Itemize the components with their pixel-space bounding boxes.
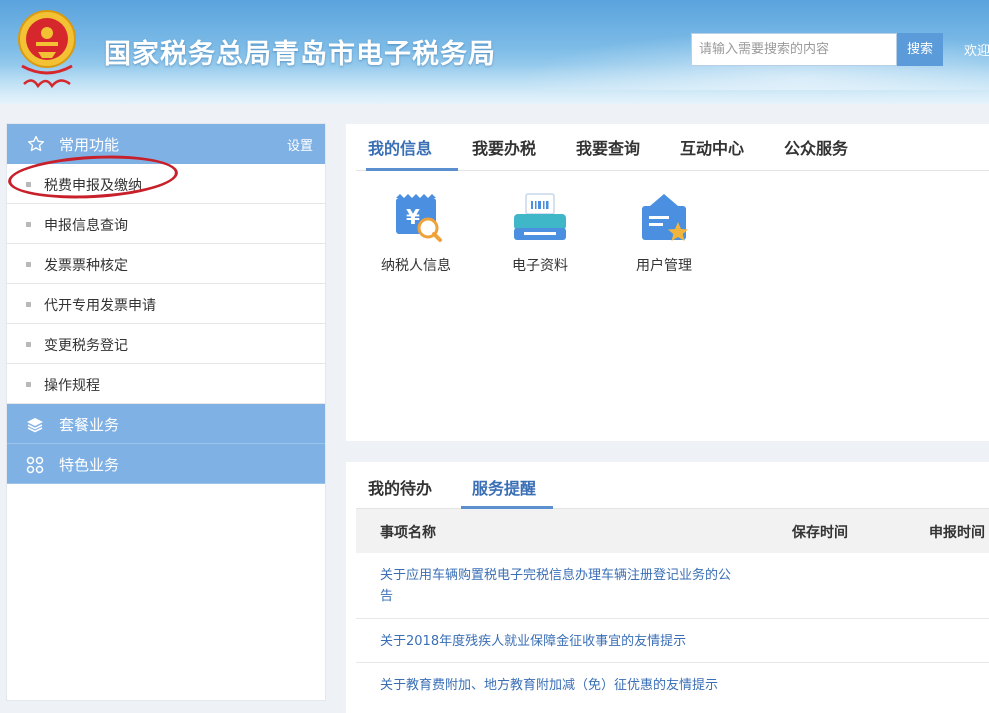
tab-service-reminder[interactable]: 服务提醒 xyxy=(472,475,536,499)
app-user-management[interactable]: 用户管理 xyxy=(624,192,704,275)
settings-link[interactable]: 设置 xyxy=(287,135,313,154)
sidebar-item-procedures[interactable]: 操作规程 xyxy=(7,364,325,404)
tab-public-services[interactable]: 公众服务 xyxy=(784,135,848,159)
grid-icon xyxy=(26,456,44,474)
main-tab-bar: 我的信息 我要办税 我要查询 互动中心 公众服务 xyxy=(356,124,989,171)
bottom-tab-bar: 我的待办 服务提醒 xyxy=(356,462,989,509)
sidebar: 常用功能 设置 税费申报及缴纳 申报信息查询 发票票种核定 代开专用发票申请 变… xyxy=(6,123,326,701)
tab-my-todo[interactable]: 我的待办 xyxy=(368,475,432,499)
tab-query[interactable]: 我要查询 xyxy=(576,135,640,159)
sidebar-group-featured[interactable]: 特色业务 xyxy=(7,444,325,484)
sidebar-header-common-functions[interactable]: 常用功能 设置 xyxy=(7,124,325,164)
sidebar-item-label: 变更税务登记 xyxy=(44,338,128,354)
tab-my-info[interactable]: 我的信息 xyxy=(368,135,432,159)
bullet-icon xyxy=(26,262,31,267)
app-label: 用户管理 xyxy=(636,258,692,274)
sidebar-item-label: 税费申报及缴纳 xyxy=(44,178,142,194)
sidebar-group-packages[interactable]: 套餐业务 xyxy=(7,404,325,444)
sidebar-group-label: 套餐业务 xyxy=(59,416,120,434)
sidebar-item-special-invoice[interactable]: 代开专用发票申请 xyxy=(7,284,325,324)
sidebar-item-tax-filing[interactable]: 税费申报及缴纳 xyxy=(7,164,325,204)
active-tab-indicator xyxy=(366,168,458,171)
main-panel-bottom: 我的待办 服务提醒 事项名称 保存时间 申报时间 关于应用车辆购置税电子完税信息… xyxy=(346,462,989,713)
reminder-title-link[interactable]: 关于教育费附加、地方教育附加减（免）征优惠的友情提示 xyxy=(380,675,740,696)
table-header: 事项名称 保存时间 申报时间 xyxy=(356,509,989,553)
app-label: 电子资料 xyxy=(512,258,568,274)
table-row[interactable]: 关于应用车辆购置税电子完税信息办理车辆注册登记业务的公告 xyxy=(356,553,989,619)
search-button[interactable]: 搜索 xyxy=(897,33,943,66)
reminder-title-link[interactable]: 关于应用车辆购置税电子完税信息办理车辆注册登记业务的公告 xyxy=(380,565,740,607)
star-icon xyxy=(27,135,45,152)
tab-interaction-center[interactable]: 互动中心 xyxy=(680,135,744,159)
sidebar-item-declaration-query[interactable]: 申报信息查询 xyxy=(7,204,325,244)
welcome-text: 欢迎 xyxy=(964,44,989,59)
bullet-icon xyxy=(26,182,31,187)
column-header-declare-time: 申报时间 xyxy=(929,525,985,541)
search-input[interactable] xyxy=(691,33,897,66)
taxpayer-info-icon: ¥ xyxy=(396,194,442,242)
sidebar-item-change-registration[interactable]: 变更税务登记 xyxy=(7,324,325,364)
app-electronic-documents[interactable]: 电子资料 xyxy=(500,192,580,275)
table-row[interactable]: 关于教育费附加、地方教育附加减（免）征优惠的友情提示 xyxy=(356,663,989,713)
tab-tax-handling[interactable]: 我要办税 xyxy=(472,135,536,159)
sidebar-header-label: 常用功能 xyxy=(59,136,120,154)
bullet-icon xyxy=(26,222,31,227)
printer-icon xyxy=(514,193,566,240)
tax-bureau-emblem-icon xyxy=(18,10,76,89)
reminder-title-link[interactable]: 关于2018年度残疾人就业保障金征收事宜的友情提示 xyxy=(380,631,740,652)
app-label: 纳税人信息 xyxy=(381,258,451,274)
site-title: 国家税务总局青岛市电子税务局 xyxy=(104,39,496,70)
header-banner: 国家税务总局青岛市电子税务局 搜索 欢迎 xyxy=(0,0,989,104)
bullet-icon xyxy=(26,342,31,347)
table-row[interactable]: 关于2018年度残疾人就业保障金征收事宜的友情提示 xyxy=(356,619,989,663)
sidebar-item-label: 发票票种核定 xyxy=(44,258,128,274)
user-management-icon xyxy=(642,194,688,241)
bullet-icon xyxy=(26,382,31,387)
sidebar-group-label: 特色业务 xyxy=(59,456,120,474)
sidebar-item-label: 操作规程 xyxy=(44,378,100,394)
sidebar-item-label: 申报信息查询 xyxy=(44,218,128,234)
column-header-item-name: 事项名称 xyxy=(380,525,436,541)
sidebar-item-invoice-type[interactable]: 发票票种核定 xyxy=(7,244,325,284)
layers-icon xyxy=(27,418,43,433)
sidebar-item-label: 代开专用发票申请 xyxy=(44,298,156,314)
bullet-icon xyxy=(26,302,31,307)
column-header-save-time: 保存时间 xyxy=(792,525,848,541)
app-taxpayer-info[interactable]: ¥ 纳税人信息 xyxy=(376,192,456,275)
main-panel-top: 我的信息 我要办税 我要查询 互动中心 公众服务 ¥ 纳税人信息 电子资料 用户… xyxy=(346,124,989,441)
